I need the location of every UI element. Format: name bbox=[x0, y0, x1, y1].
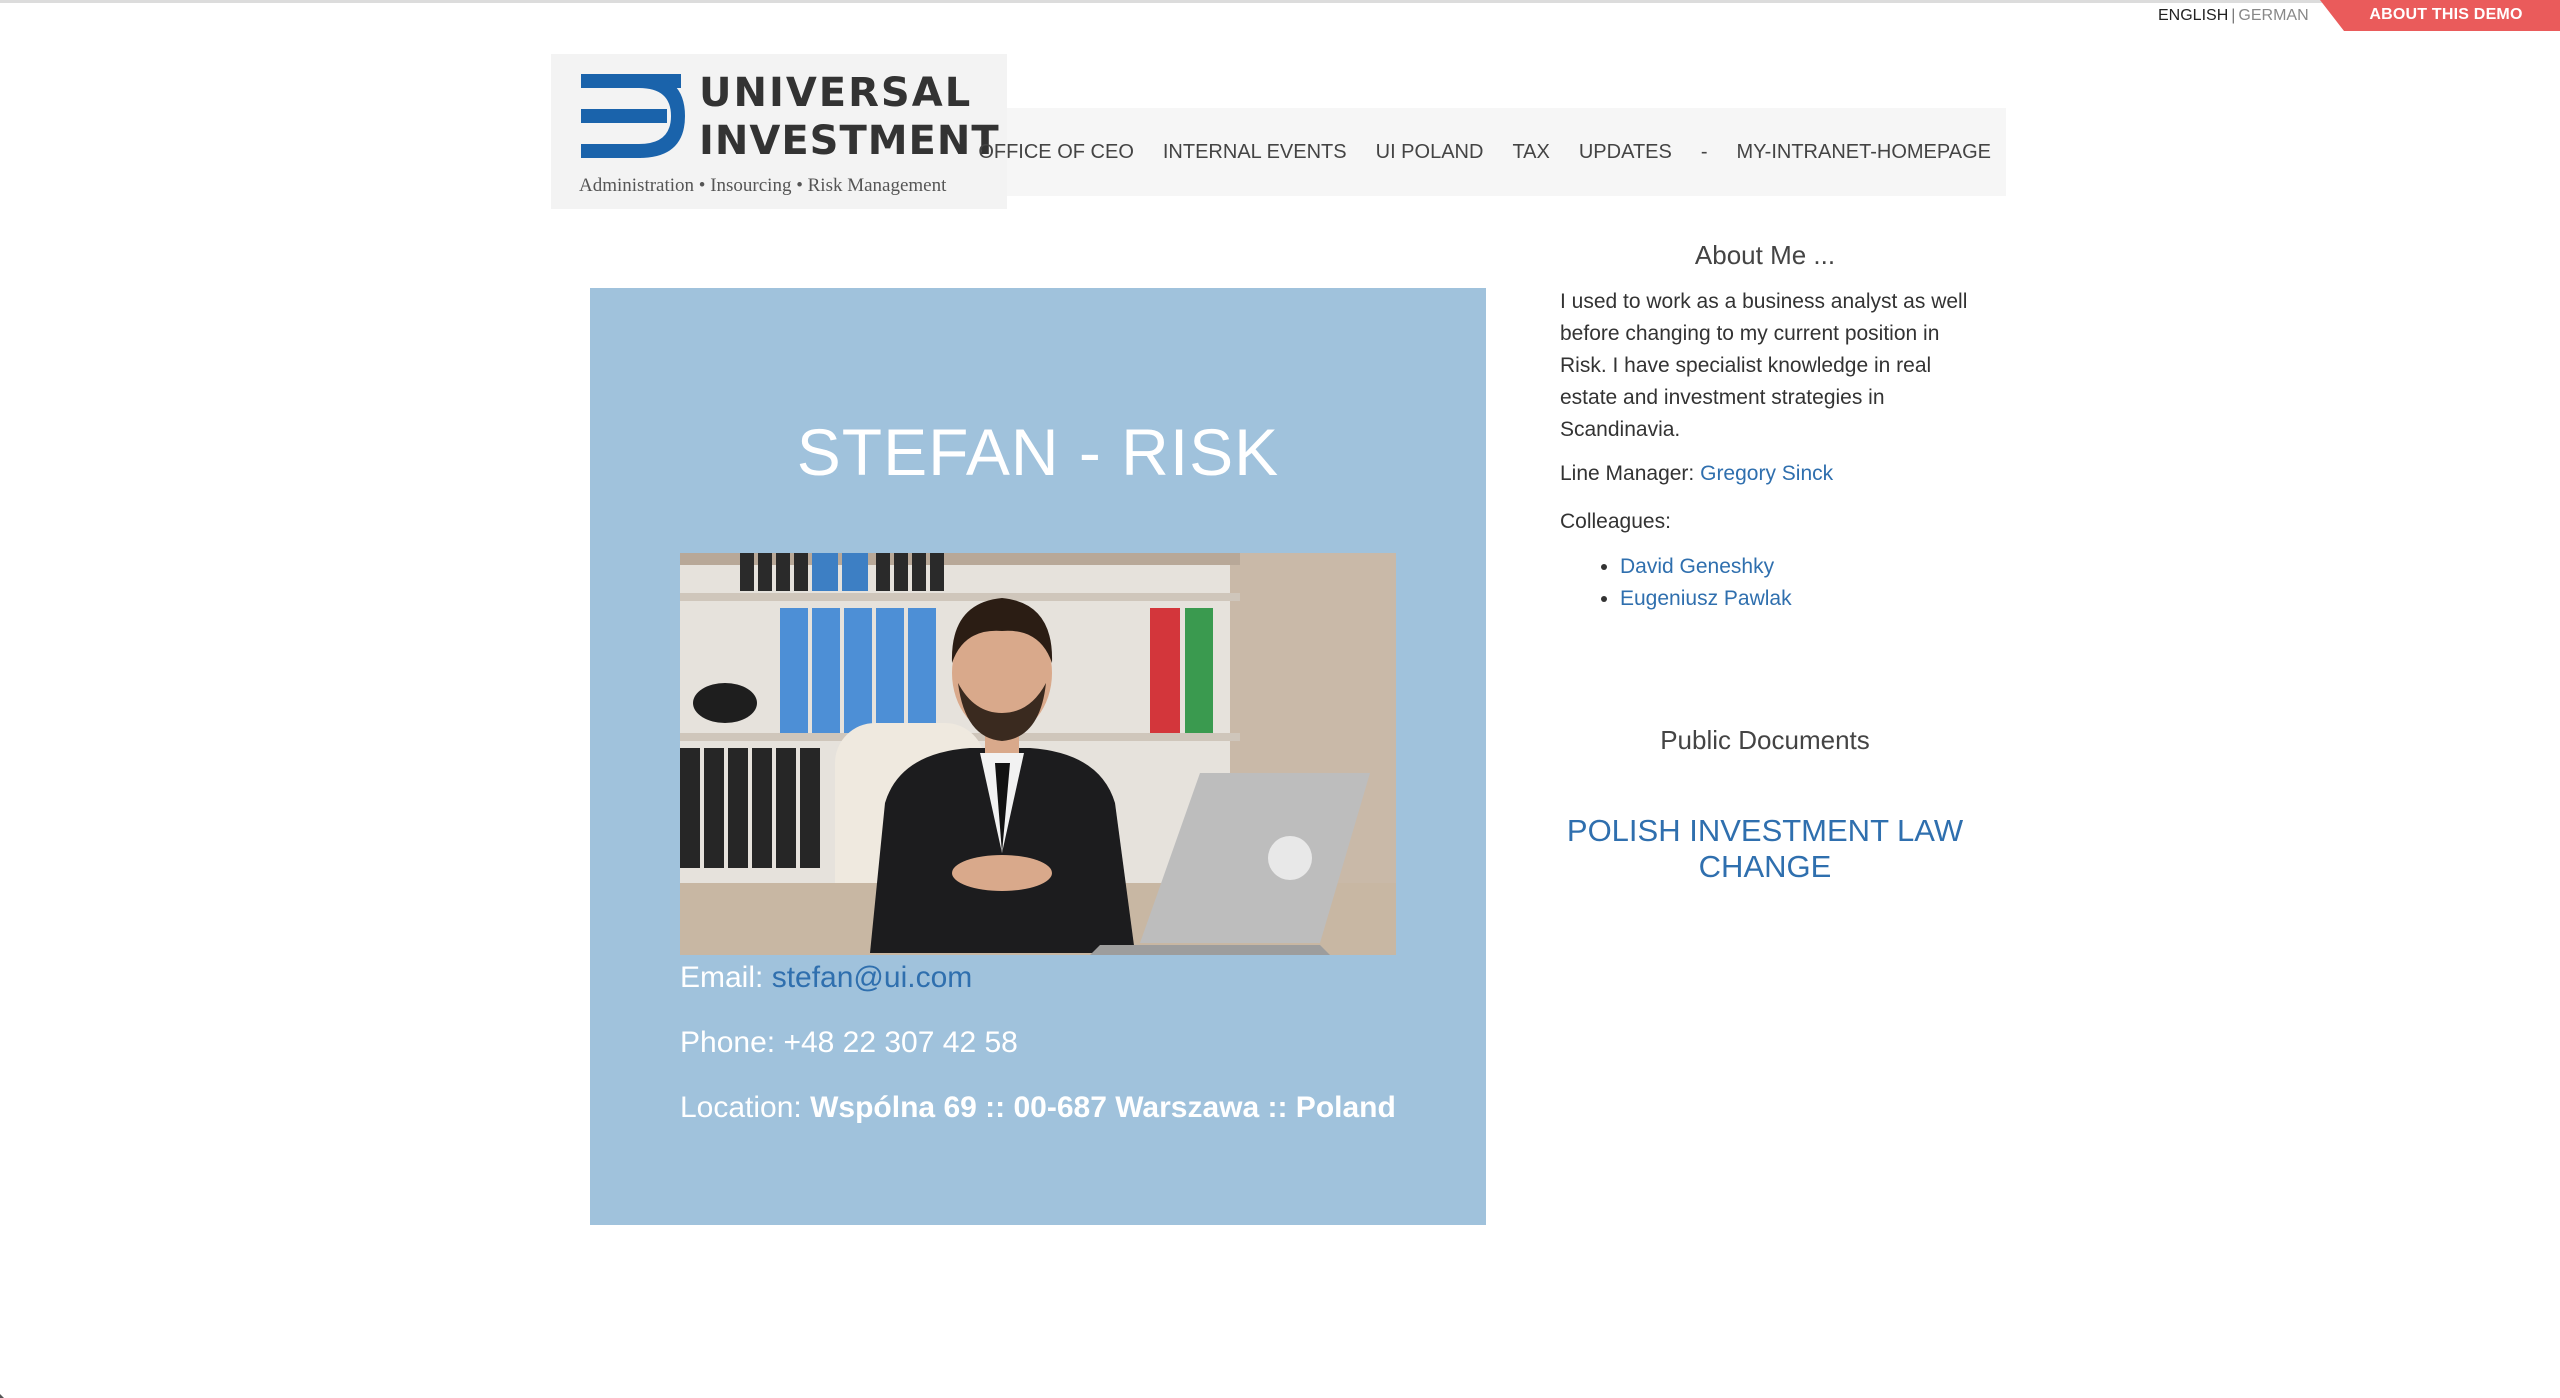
logo-line1: UNIVERSAL bbox=[699, 70, 972, 116]
location-value: Wspólna 69 :: 00-687 Warszawa :: Poland bbox=[810, 1091, 1396, 1124]
nav-my-intranet-homepage[interactable]: MY-INTRANET-HOMEPAGE bbox=[1737, 141, 1991, 164]
phone-value: +48 22 307 42 58 bbox=[783, 1026, 1018, 1059]
colleague-link-david-geneshky[interactable]: David Geneshky bbox=[1620, 555, 1774, 578]
location-label: Location: bbox=[680, 1091, 802, 1124]
nav-updates[interactable]: UPDATES bbox=[1579, 141, 1672, 164]
lang-english[interactable]: ENGLISH bbox=[2158, 7, 2228, 24]
about-demo-label: ABOUT THIS DEMO bbox=[2369, 6, 2523, 23]
logo-graphic: UNIVERSAL INVESTMENT Administration • In… bbox=[579, 70, 1000, 196]
about-demo-ribbon[interactable]: ABOUT THIS DEMO bbox=[2320, 0, 2560, 31]
nav-ui-poland[interactable]: UI POLAND bbox=[1376, 141, 1484, 164]
line-manager-link[interactable]: Gregory Sinck bbox=[1700, 462, 1833, 485]
colleagues-list: David Geneshky Eugeniusz Pawlak bbox=[1560, 551, 1792, 615]
colleagues-label: Colleagues: bbox=[1560, 510, 1671, 533]
nav-separator: - bbox=[1700, 140, 1708, 163]
document-link-polish-investment-law[interactable]: POLISH INVESTMENT LAW CHANGE bbox=[1560, 813, 1970, 885]
list-item: David Geneshky bbox=[1620, 551, 1792, 583]
public-documents-heading: Public Documents bbox=[1660, 725, 1870, 755]
about-me-text: I used to work as a business analyst as … bbox=[1560, 290, 1968, 441]
logo-line2: INVESTMENT bbox=[699, 118, 1000, 164]
line-manager-label: Line Manager: bbox=[1560, 462, 1695, 485]
lang-german[interactable]: GERMAN bbox=[2238, 7, 2308, 24]
colleague-link-eugeniusz-pawlak[interactable]: Eugeniusz Pawlak bbox=[1620, 587, 1792, 610]
nav-internal-events[interactable]: INTERNAL EVENTS bbox=[1163, 141, 1347, 164]
email-line: Email: stefan@ui.com bbox=[680, 960, 972, 996]
window-corner bbox=[0, 1394, 4, 1398]
nav-office-of-ceo[interactable]: OFFICE OF CEO bbox=[978, 141, 1134, 164]
main-nav: OFFICE OF CEO INTERNAL EVENTS UI POLAND … bbox=[978, 108, 2006, 196]
company-logo[interactable]: UNIVERSAL INVESTMENT Administration • In… bbox=[551, 54, 1007, 209]
list-item: Eugeniusz Pawlak bbox=[1620, 583, 1792, 615]
email-label: Email: bbox=[680, 961, 764, 994]
profile-photo bbox=[680, 553, 1396, 955]
phone-label: Phone: bbox=[680, 1026, 776, 1059]
logo-mark-icon bbox=[581, 74, 685, 158]
line-manager: Line Manager: Gregory Sinck bbox=[1560, 458, 1833, 490]
language-switch: ENGLISH | GERMAN bbox=[2158, 7, 2309, 25]
profile-photo-illustration bbox=[680, 553, 1396, 955]
lang-separator: | bbox=[2231, 7, 2236, 24]
top-border bbox=[0, 0, 2560, 3]
logo-tagline: Administration • Insourcing • Risk Manag… bbox=[579, 175, 947, 196]
email-link[interactable]: stefan@ui.com bbox=[772, 961, 973, 994]
phone-line: Phone: +48 22 307 42 58 bbox=[680, 1025, 1018, 1061]
about-me-heading: About Me ... bbox=[1694, 240, 1836, 270]
nav-tax[interactable]: TAX bbox=[1512, 141, 1549, 164]
profile-title: STEFAN - RISK bbox=[796, 415, 1280, 489]
location-line: Location: Wspólna 69 :: 00-687 Warszawa … bbox=[680, 1090, 1396, 1126]
